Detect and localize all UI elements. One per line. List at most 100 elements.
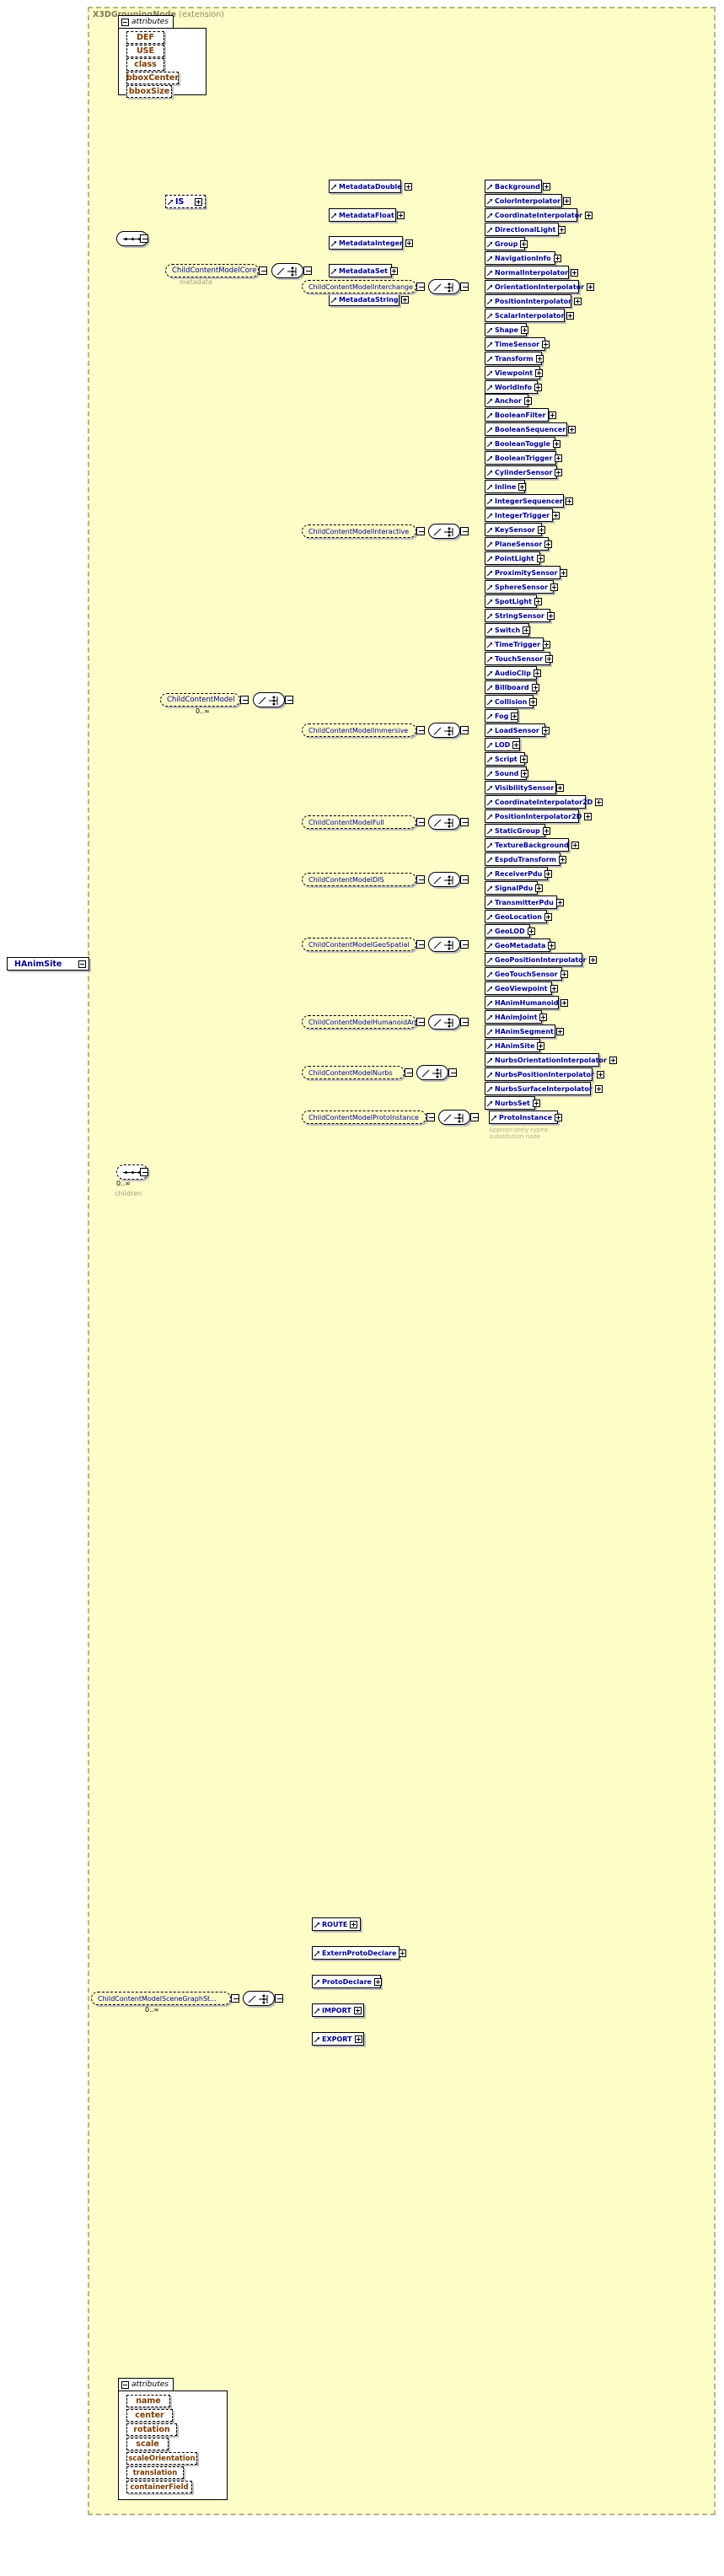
expand-icon[interactable]: [560, 970, 568, 978]
expand-icon[interactable]: [527, 927, 535, 935]
collapse-icon[interactable]: [416, 282, 425, 291]
expand-icon[interactable]: [588, 955, 597, 964]
expand-icon[interactable]: [542, 340, 550, 348]
group-childcontentmodelimmersive[interactable]: ChildContentModelImmersive: [302, 723, 416, 737]
expand-icon[interactable]: [539, 1013, 548, 1021]
node-integertrigger[interactable]: IntegerTrigger: [485, 508, 560, 522]
group-childcontentmodelgeospatial[interactable]: ChildContentModelGeoSpatial: [302, 938, 416, 951]
collapse-icon[interactable]: [460, 527, 469, 535]
node-keysensor[interactable]: KeySensor: [485, 523, 545, 536]
node-planesensor[interactable]: PlaneSensor: [485, 537, 553, 551]
expand-icon[interactable]: [523, 626, 531, 634]
node-geometadata[interactable]: GeoMetadata: [485, 938, 556, 952]
node-metadatafloat[interactable]: MetadataFloat: [329, 208, 405, 222]
node-viewpoint[interactable]: Viewpoint: [485, 366, 544, 379]
expand-icon[interactable]: [542, 182, 550, 191]
expand-icon[interactable]: [520, 239, 528, 248]
node-background[interactable]: Background: [485, 180, 550, 193]
expand-icon[interactable]: [552, 439, 560, 448]
expand-icon[interactable]: [535, 884, 544, 892]
group-childcontentmodelfull[interactable]: ChildContentModelFull: [302, 815, 416, 829]
expand-icon[interactable]: [594, 1084, 603, 1093]
node-inline[interactable]: Inline: [485, 480, 527, 493]
expand-icon[interactable]: [195, 197, 202, 206]
node-loadsensor[interactable]: LoadSensor: [485, 723, 550, 737]
node-nurbspositioninterpolator[interactable]: NurbsPositionInterpolator: [485, 1068, 604, 1081]
collapse-icon[interactable]: [460, 282, 469, 291]
expand-icon[interactable]: [545, 654, 554, 663]
expand-icon[interactable]: [550, 984, 558, 992]
node-script[interactable]: Script: [485, 752, 528, 766]
attribute-def[interactable]: DEF: [126, 31, 164, 44]
attribute-center[interactable]: center: [126, 2409, 173, 2422]
expand-icon[interactable]: [553, 254, 561, 262]
node-coordinateinterpolator2d[interactable]: CoordinateInterpolator2D: [485, 795, 603, 809]
expand-icon[interactable]: [405, 239, 413, 247]
expand-icon[interactable]: [560, 568, 568, 577]
node-navigationinfo[interactable]: NavigationInfo: [485, 251, 561, 265]
expand-icon[interactable]: [563, 196, 571, 205]
collapse-icon[interactable]: [470, 1113, 479, 1121]
expand-icon[interactable]: [609, 1056, 617, 1064]
collapse-icon[interactable]: [416, 726, 425, 734]
node-import[interactable]: IMPORT: [312, 2003, 364, 2017]
node-timesensor[interactable]: TimeSensor: [485, 337, 550, 351]
node-externprotodeclare[interactable]: ExternProtoDeclare: [312, 1946, 407, 1960]
expand-icon[interactable]: [535, 368, 544, 377]
expand-icon[interactable]: [535, 354, 544, 363]
expand-icon[interactable]: [568, 425, 577, 433]
expand-icon[interactable]: [537, 525, 545, 534]
attribute-scale[interactable]: scale: [126, 2438, 169, 2450]
expand-icon[interactable]: [565, 497, 573, 505]
group-childcontentmodelscenegraphstructure[interactable]: ChildContentModelSceneGraphSt...: [91, 1992, 231, 2005]
expand-icon[interactable]: [532, 1099, 540, 1107]
attribute-use[interactable]: USE: [126, 45, 164, 57]
expand-icon[interactable]: [566, 311, 575, 320]
attribute-containerfield[interactable]: containerField: [126, 2481, 192, 2493]
node-hanimsegment[interactable]: HAnimSegment: [485, 1024, 564, 1038]
node-nurbssurfaceinterpolator[interactable]: NurbsSurfaceInterpolator: [485, 1082, 603, 1095]
expand-icon[interactable]: [523, 396, 532, 405]
node-audioclip[interactable]: AudioClip: [485, 666, 541, 680]
group-childcontentmodeldis[interactable]: ChildContentModelDIS: [302, 873, 416, 886]
expand-icon[interactable]: [399, 1949, 407, 1957]
expand-icon[interactable]: [519, 755, 528, 763]
attribute-bboxsize[interactable]: bboxSize: [126, 85, 172, 98]
node-route[interactable]: ROUTE: [312, 1917, 361, 1931]
expand-icon[interactable]: [548, 941, 556, 949]
attribute-scaleorientation[interactable]: scaleOrientation: [126, 2452, 197, 2465]
node-nurbsorientationinterpolator[interactable]: NurbsOrientationInterpolator: [485, 1053, 617, 1067]
node-fog[interactable]: Fog: [485, 709, 519, 723]
expand-icon[interactable]: [555, 1113, 563, 1121]
node-transform[interactable]: Transform: [485, 352, 544, 365]
expand-icon[interactable]: [544, 540, 553, 548]
node-timetrigger[interactable]: TimeTrigger: [485, 637, 551, 651]
node-geolod[interactable]: GeoLOD: [485, 924, 535, 938]
expand-icon[interactable]: [531, 683, 539, 691]
node-shape[interactable]: Shape: [485, 323, 529, 336]
expand-icon[interactable]: [534, 597, 542, 605]
node-signalpdu[interactable]: SignalPdu: [485, 881, 544, 895]
collapse-icon[interactable]: [460, 818, 469, 826]
node-metadatainteger[interactable]: MetadataInteger: [329, 236, 413, 250]
node-booleantoggle[interactable]: BooleanToggle: [485, 437, 560, 450]
node-protoinstance[interactable]: ProtoInstance: [489, 1111, 563, 1124]
node-metadatadouble[interactable]: MetadataDouble: [329, 180, 412, 193]
expand-icon[interactable]: [350, 1920, 358, 1928]
node-geopositioninterpolator[interactable]: GeoPositionInterpolator: [485, 953, 597, 966]
node-spotlight[interactable]: SpotLight: [485, 594, 542, 608]
group-childcontentmodel[interactable]: ChildContentModel: [160, 693, 240, 707]
collapse-icon[interactable]: [460, 875, 469, 884]
group-childcontentmodelinterchange[interactable]: ChildContentModelInterchange: [302, 280, 416, 293]
node-hanimjoint[interactable]: HAnimJoint: [485, 1010, 548, 1024]
expand-icon[interactable]: [587, 282, 595, 291]
node-transmitterpdu[interactable]: TransmitterPdu: [485, 895, 564, 909]
node-metadataset[interactable]: MetadataSet: [329, 264, 398, 277]
expand-icon[interactable]: [555, 1027, 564, 1035]
collapse-icon[interactable]: [460, 1018, 469, 1026]
node-integersequencer[interactable]: IntegerSequencer: [485, 494, 573, 508]
node-lod[interactable]: LOD: [485, 738, 521, 751]
node-pointlight[interactable]: PointLight: [485, 551, 544, 565]
collapse-icon[interactable]: [448, 1068, 457, 1077]
expand-icon[interactable]: [574, 297, 582, 305]
